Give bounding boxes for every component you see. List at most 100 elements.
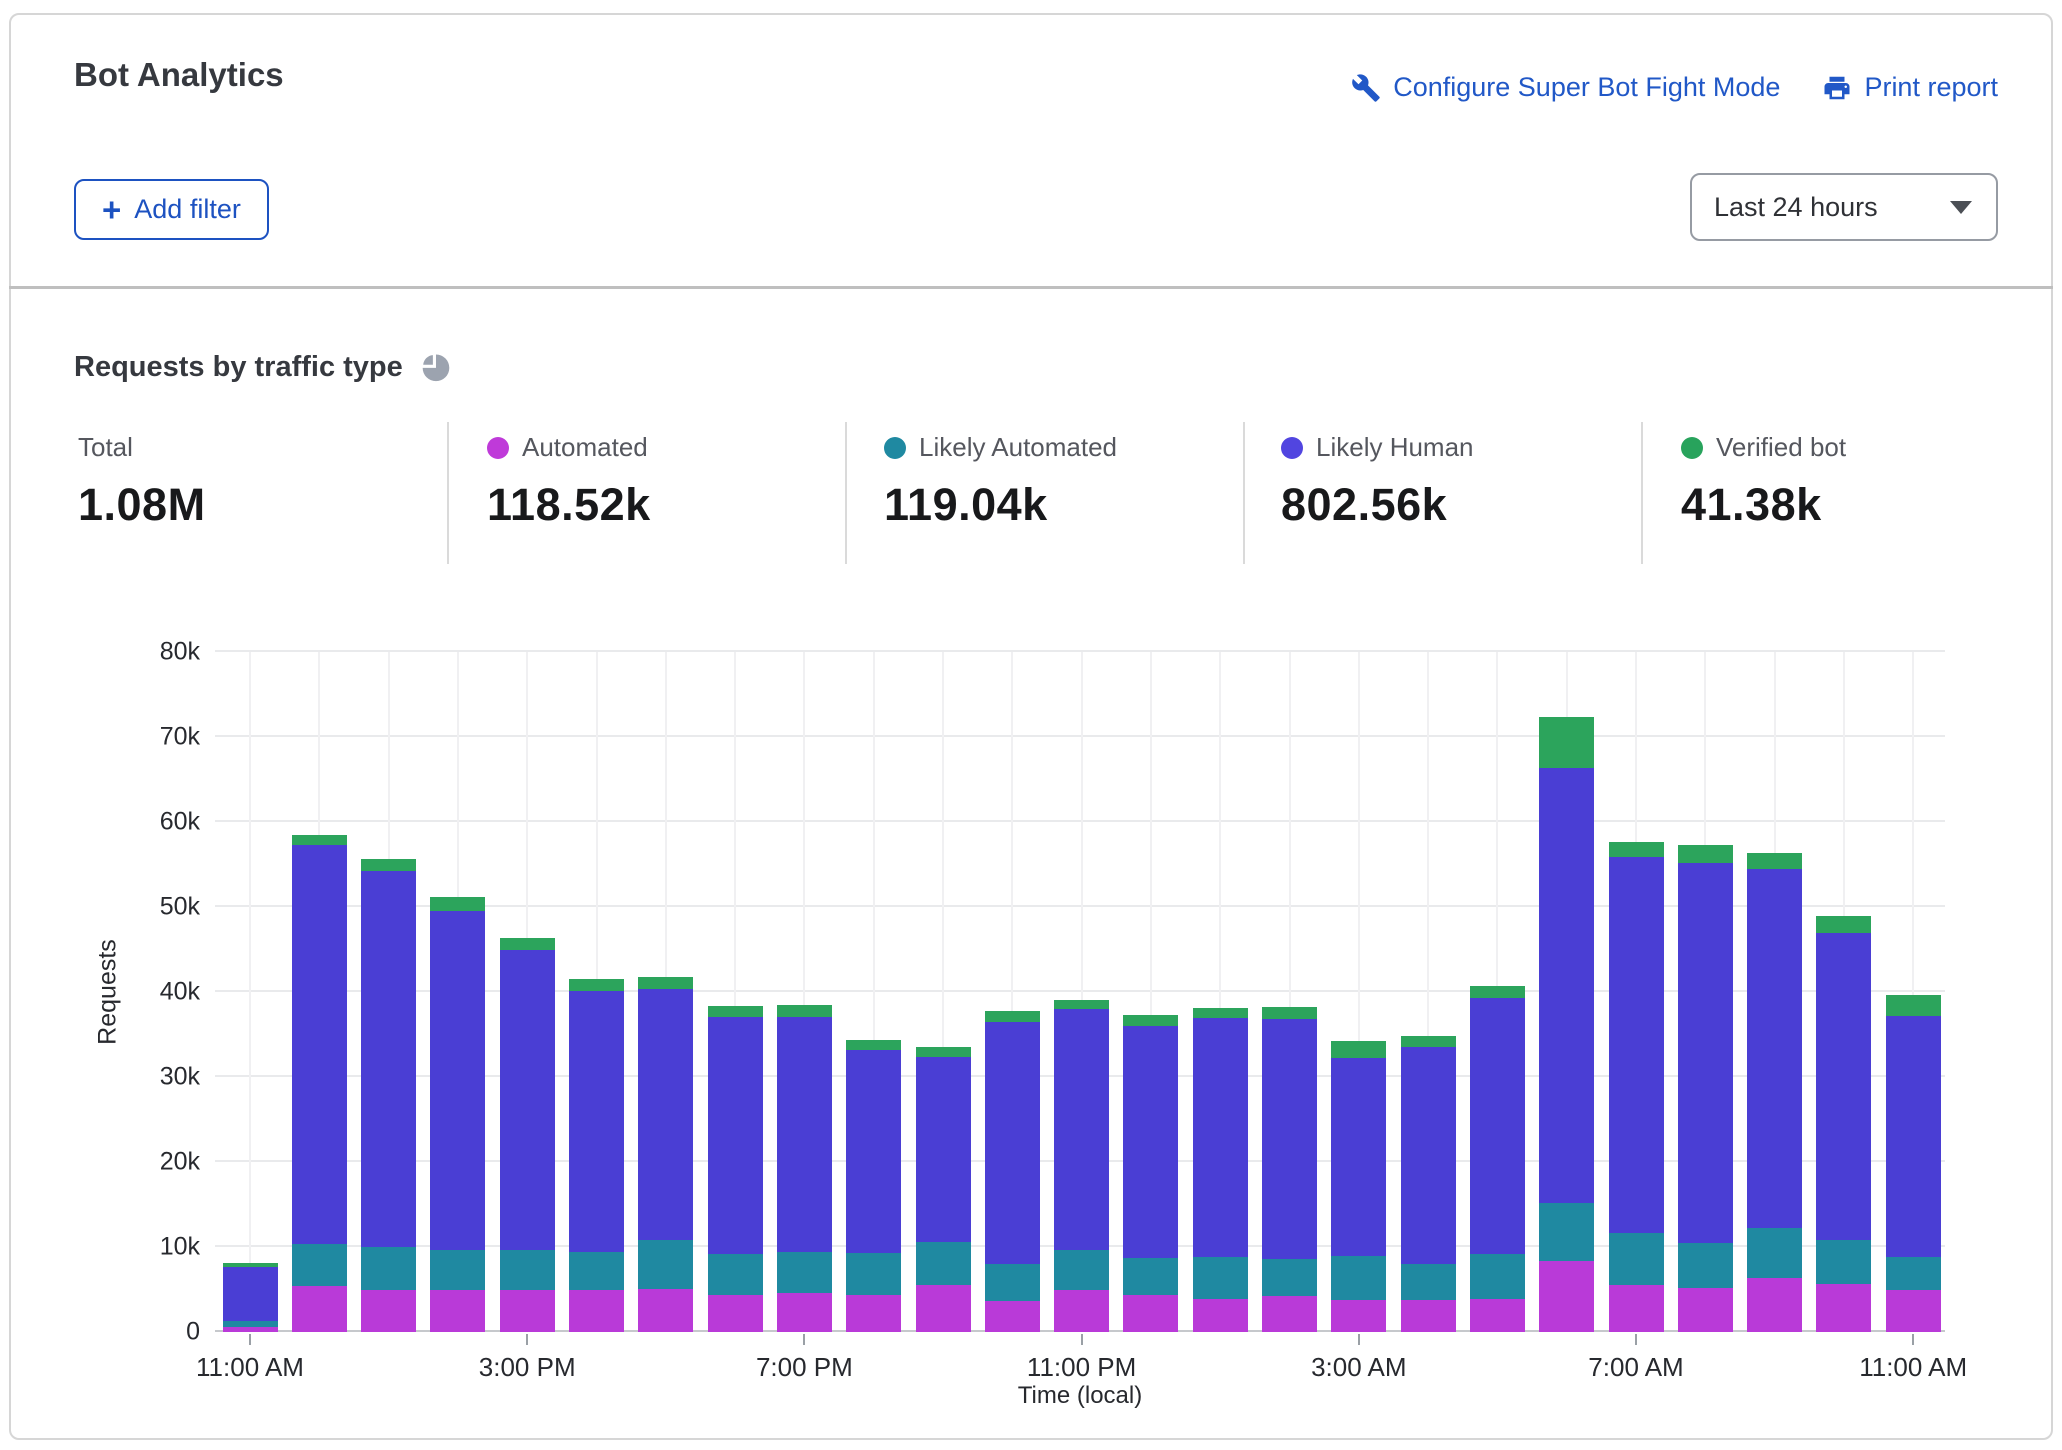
bar-segment-verified-bot <box>500 938 555 950</box>
bar-segment-automated <box>1886 1290 1941 1332</box>
stacked-bar-hour-7[interactable] <box>708 652 763 1332</box>
stat-separator <box>447 422 449 564</box>
bar-segment-verified-bot <box>777 1005 832 1017</box>
stacked-bar-hour-19[interactable] <box>1539 652 1594 1332</box>
y-tick-label: 70k <box>160 723 200 752</box>
stat-total-label: Total <box>78 432 133 463</box>
stacked-bar-hour-11[interactable] <box>985 652 1040 1332</box>
chevron-down-icon <box>1950 201 1972 214</box>
stat-total: Total 1.08M <box>78 432 206 531</box>
bar-segment-verified-bot <box>1262 1007 1317 1019</box>
bar-segment-verified-bot <box>1054 1000 1109 1009</box>
y-tick-label: 40k <box>160 978 200 1007</box>
stat-likely-human-value: 802.56k <box>1281 479 1474 531</box>
stacked-bar-hour-13[interactable] <box>1123 652 1178 1332</box>
y-axis-labels: 010k20k30k40k50k60k70k80k <box>120 652 200 1332</box>
x-tick-mark <box>803 1334 805 1345</box>
bar-segment-likely-human <box>1609 857 1664 1234</box>
stat-likely-human: Likely Human 802.56k <box>1281 432 1474 531</box>
x-tick-mark <box>249 1334 251 1345</box>
panel-title: Requests by traffic type <box>74 351 403 384</box>
stat-likely-automated-value: 119.04k <box>884 479 1117 531</box>
bot-analytics-page: Bot Analytics Configure Super Bot Fight … <box>0 0 2062 1450</box>
bar-segment-automated <box>1678 1288 1733 1332</box>
bar-segment-likely-human <box>569 991 624 1252</box>
bar-segment-verified-bot <box>1331 1041 1386 1058</box>
stacked-bar-hour-4[interactable] <box>500 652 555 1332</box>
bar-segment-likely-automated <box>292 1244 347 1287</box>
stacked-bar-hour-20[interactable] <box>1609 652 1664 1332</box>
stacked-bar-hour-16[interactable] <box>1331 652 1386 1332</box>
bar-segment-likely-automated <box>1539 1203 1594 1261</box>
wrench-icon <box>1351 73 1381 103</box>
x-tick-label: 11:00 AM <box>196 1352 304 1383</box>
x-tick-label: 11:00 AM <box>1859 1352 1967 1383</box>
stacked-bar-hour-17[interactable] <box>1401 652 1456 1332</box>
stacked-bar-hour-10[interactable] <box>916 652 971 1332</box>
bar-segment-likely-human <box>638 989 693 1240</box>
stacked-bar-hour-22[interactable] <box>1747 652 1802 1332</box>
stacked-bar-hour-2[interactable] <box>361 652 416 1332</box>
stacked-bar-hour-1[interactable] <box>292 652 347 1332</box>
bar-segment-likely-human <box>985 1022 1040 1264</box>
bar-segment-likely-automated <box>361 1247 416 1290</box>
stat-separator <box>1641 422 1643 564</box>
bar-segment-automated <box>292 1286 347 1332</box>
bar-segment-likely-automated <box>1401 1264 1456 1300</box>
bar-segment-verified-bot <box>846 1040 901 1050</box>
bar-segment-verified-bot <box>1401 1036 1456 1047</box>
stacked-bar-hour-9[interactable] <box>846 652 901 1332</box>
bar-segment-verified-bot <box>638 977 693 990</box>
stacked-bar-hour-0[interactable] <box>223 652 278 1332</box>
bar-segment-verified-bot <box>985 1011 1040 1022</box>
bar-segment-likely-automated <box>1331 1256 1386 1299</box>
automated-dot-icon <box>487 437 509 459</box>
bar-segment-automated <box>985 1301 1040 1332</box>
stat-separator <box>1243 422 1245 564</box>
stat-automated-value: 118.52k <box>487 479 651 531</box>
bar-segment-likely-automated <box>708 1254 763 1295</box>
x-tick-mark <box>1635 1334 1637 1345</box>
header-divider <box>9 286 2053 289</box>
print-report-link[interactable]: Print report <box>1822 72 1998 103</box>
bar-segment-likely-automated <box>1886 1257 1941 1290</box>
bar-segment-likely-human <box>1262 1019 1317 1259</box>
y-tick-label: 50k <box>160 893 200 922</box>
stacked-bar-hour-6[interactable] <box>638 652 693 1332</box>
add-filter-button[interactable]: + Add filter <box>74 179 269 240</box>
bar-segment-likely-human <box>1816 933 1871 1240</box>
stacked-bar-hour-12[interactable] <box>1054 652 1109 1332</box>
bar-segment-automated <box>1609 1285 1664 1332</box>
stacked-bar-hour-14[interactable] <box>1193 652 1248 1332</box>
bar-segment-likely-human <box>1747 869 1802 1229</box>
verified-bot-dot-icon <box>1681 437 1703 459</box>
stat-total-value: 1.08M <box>78 479 206 531</box>
bar-segment-verified-bot <box>1123 1015 1178 1026</box>
bar-segment-likely-automated <box>1678 1243 1733 1288</box>
bar-segment-likely-automated <box>1816 1240 1871 1283</box>
stacked-bar-hour-8[interactable] <box>777 652 832 1332</box>
bar-segment-verified-bot <box>569 979 624 991</box>
time-range-select[interactable]: Last 24 hours <box>1690 173 1998 241</box>
x-tick-mark <box>1081 1334 1083 1345</box>
stacked-bar-hour-3[interactable] <box>430 652 485 1332</box>
stacked-bar-hour-21[interactable] <box>1678 652 1733 1332</box>
stacked-bar-hour-5[interactable] <box>569 652 624 1332</box>
bar-segment-likely-automated <box>1123 1258 1178 1295</box>
bar-segment-likely-automated <box>500 1250 555 1289</box>
y-tick-label: 10k <box>160 1233 200 1262</box>
y-tick-label: 0 <box>186 1318 200 1347</box>
stacked-bar-hour-23[interactable] <box>1816 652 1871 1332</box>
bar-segment-likely-human <box>777 1017 832 1252</box>
stacked-bar-hour-24[interactable] <box>1886 652 1941 1332</box>
stacked-bar-hour-15[interactable] <box>1262 652 1317 1332</box>
bar-segment-verified-bot <box>1193 1008 1248 1018</box>
y-tick-label: 80k <box>160 638 200 667</box>
bar-segment-likely-automated <box>916 1242 971 1285</box>
bar-segment-automated <box>500 1290 555 1333</box>
stat-likely-automated-label: Likely Automated <box>919 432 1117 463</box>
bar-segment-likely-automated <box>1054 1250 1109 1290</box>
configure-super-bot-fight-mode-link[interactable]: Configure Super Bot Fight Mode <box>1351 72 1780 103</box>
stacked-bar-hour-18[interactable] <box>1470 652 1525 1332</box>
bar-segment-likely-human <box>361 871 416 1247</box>
